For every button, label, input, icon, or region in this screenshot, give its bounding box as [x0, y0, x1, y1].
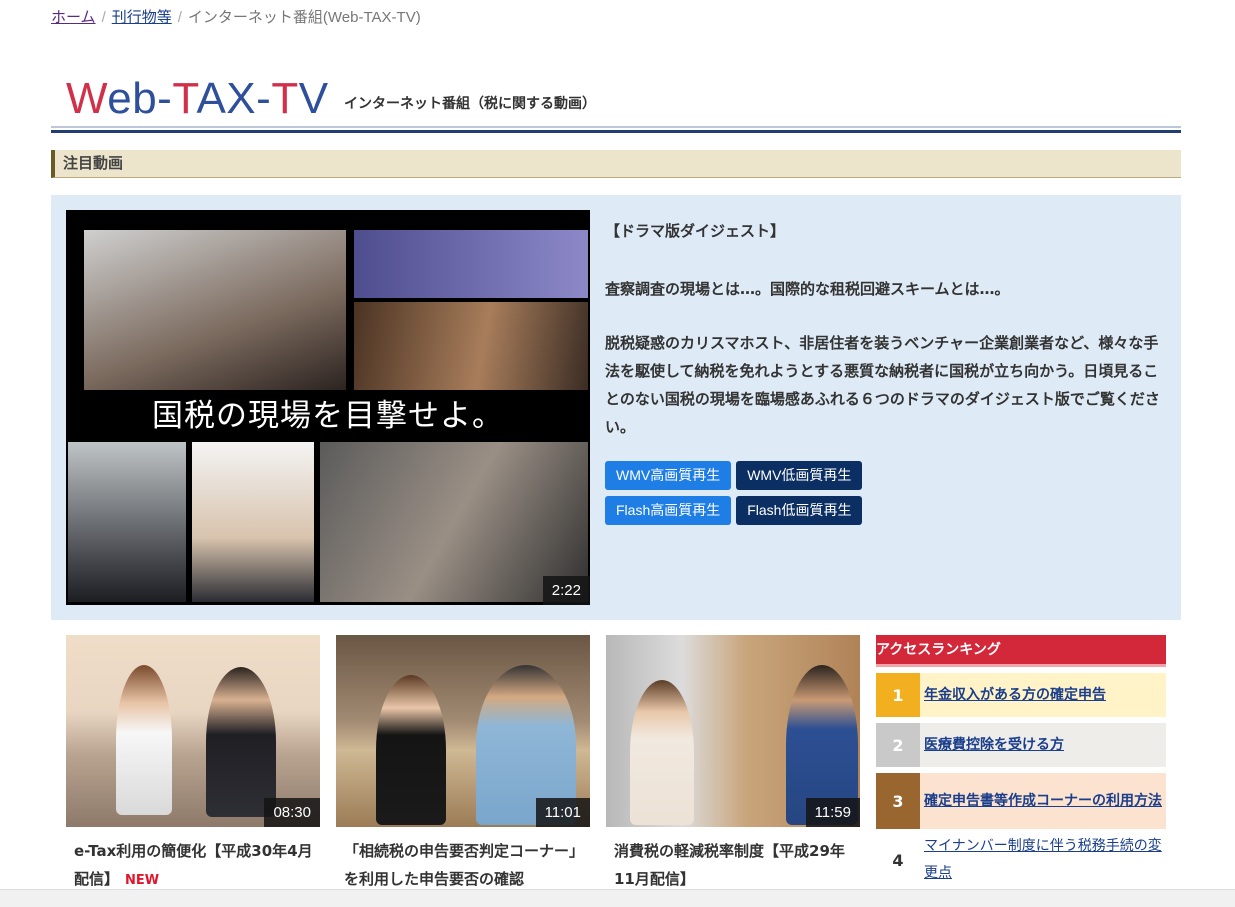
- ranking-link[interactable]: 確定申告書等作成コーナーの利用方法: [924, 788, 1162, 815]
- section-title: 注目動画: [51, 150, 1181, 178]
- thumbnail-panel: [192, 442, 314, 602]
- breadcrumb-separator: /: [177, 9, 182, 26]
- breadcrumb-current: インターネット番組(Web-TAX-TV): [187, 9, 421, 26]
- new-badge: NEW: [125, 873, 160, 888]
- thumbnail-panel: [68, 442, 186, 602]
- logo-letter: eb-: [107, 74, 173, 123]
- ranking-item: 3 確定申告書等作成コーナーの利用方法: [876, 773, 1166, 829]
- logo-letter: AX-: [196, 74, 272, 123]
- header-divider-bold: [51, 130, 1181, 133]
- video-duration: 08:30: [264, 798, 320, 827]
- featured-video-thumbnail[interactable]: 国税の現場を目撃せよ。 2:22: [66, 210, 590, 605]
- breadcrumb-separator: /: [101, 9, 106, 26]
- presenter-figure: [116, 665, 172, 815]
- presenter-figure: [630, 680, 694, 825]
- video-card-title-text: e-Tax利用の簡便化【平成30年4月配信】: [74, 842, 313, 888]
- video-card-title[interactable]: e-Tax利用の簡便化【平成30年4月配信】 NEW: [74, 837, 314, 895]
- ranking-number: 4: [892, 850, 904, 870]
- ranking-number: 2: [876, 723, 920, 767]
- video-thumbnail[interactable]: 08:30: [66, 635, 320, 827]
- ranking-link[interactable]: 医療費控除を受ける方: [924, 732, 1064, 759]
- featured-video: 国税の現場を目撃せよ。 2:22 【ドラマ版ダイジェスト】 査察調査の現場とは……: [51, 195, 1181, 620]
- ranking-number: 3: [876, 773, 920, 829]
- presenter-figure: [376, 675, 446, 825]
- featured-description: 【ドラマ版ダイジェスト】 査察調査の現場とは…。国際的な租税回避スキームとは…。…: [605, 217, 1165, 441]
- ranking-link[interactable]: マイナンバー制度に伴う税務手続の変更点: [924, 833, 1162, 887]
- logo-letter: T: [172, 74, 197, 123]
- site-logo: Web-TAX-TV: [66, 74, 329, 124]
- video-duration: 11:59: [805, 798, 860, 827]
- logo-letter: W: [66, 74, 108, 123]
- video-duration: 2:22: [542, 576, 590, 605]
- video-card[interactable]: 11:59 消費税の軽減税率制度【平成29年11月配信】: [606, 635, 860, 888]
- featured-thumbnail-caption: 国税の現場を目撃せよ。: [66, 390, 590, 442]
- ranking-item: 2 医療費控除を受ける方: [876, 723, 1166, 767]
- ranking-link[interactable]: 年金収入がある方の確定申告: [924, 682, 1106, 709]
- flash-high-quality-button[interactable]: Flash高画質再生: [605, 496, 732, 525]
- video-thumbnail[interactable]: 11:01: [336, 635, 590, 827]
- video-thumbnail[interactable]: 11:59: [606, 635, 860, 827]
- header-divider: [51, 126, 1181, 128]
- thumbnail-panel: [354, 302, 588, 390]
- breadcrumb-home-link[interactable]: ホーム: [51, 9, 96, 26]
- video-card-title[interactable]: 消費税の軽減税率制度【平成29年11月配信】: [614, 837, 854, 893]
- logo-letter: T: [271, 74, 299, 123]
- featured-title: 【ドラマ版ダイジェスト】: [605, 222, 786, 240]
- thumbnail-panel: [84, 230, 346, 390]
- ranking-title: アクセスランキング: [876, 635, 1166, 667]
- video-card[interactable]: 11:01 「相続税の申告要否判定コーナー」を利用した申告要否の確認: [336, 635, 590, 888]
- breadcrumb-publications-link[interactable]: 刊行物等: [112, 9, 172, 26]
- wmv-high-quality-button[interactable]: WMV高画質再生: [605, 461, 732, 490]
- video-duration: 11:01: [535, 798, 590, 827]
- logo-letter: V: [298, 74, 329, 123]
- ranking-item: 4 マイナンバー制度に伴う税務手続の変更点: [876, 835, 1166, 885]
- thumbnail-panel: [354, 230, 588, 298]
- wmv-low-quality-button[interactable]: WMV低画質再生: [736, 461, 863, 490]
- horizontal-scrollbar[interactable]: [0, 889, 1235, 907]
- ranking-item: 1 年金収入がある方の確定申告: [876, 673, 1166, 717]
- site-subtitle: インターネット番組（税に関する動画）: [344, 96, 596, 112]
- featured-lead: 査察調査の現場とは…。国際的な租税回避スキームとは…。: [605, 280, 1010, 298]
- flash-low-quality-button[interactable]: Flash低画質再生: [736, 496, 863, 525]
- playback-buttons: WMV高画質再生 WMV低画質再生 Flash高画質再生 Flash低画質再生: [605, 461, 863, 531]
- video-card[interactable]: 08:30 e-Tax利用の簡便化【平成30年4月配信】 NEW: [66, 635, 320, 888]
- featured-body: 脱税疑惑のカリスマホスト、非居住者を装うベンチャー企業創業者など、様々な手法を駆…: [605, 334, 1160, 436]
- video-card-title[interactable]: 「相続税の申告要否判定コーナー」を利用した申告要否の確認: [344, 837, 584, 893]
- ranking-number: 1: [876, 673, 920, 717]
- presenter-figure: [206, 667, 276, 817]
- breadcrumb: ホーム / 刊行物等 / インターネット番組(Web-TAX-TV): [51, 6, 421, 27]
- access-ranking: アクセスランキング 1 年金収入がある方の確定申告 2 医療費控除を受ける方 3…: [876, 635, 1166, 885]
